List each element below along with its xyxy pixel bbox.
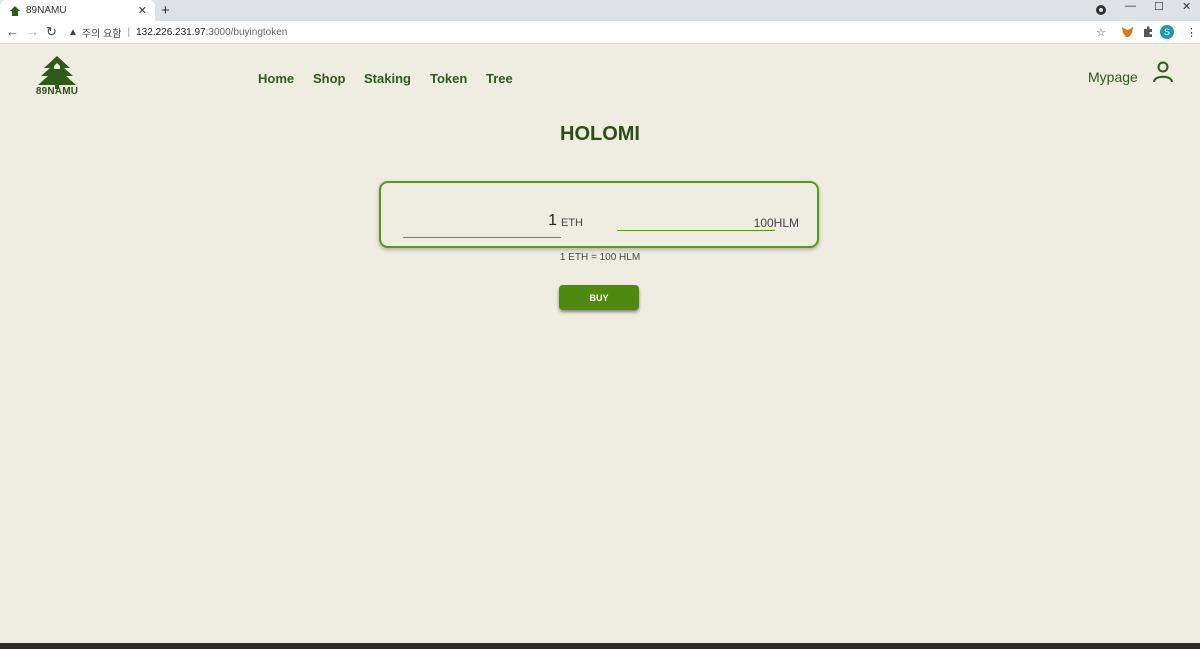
metamask-fox-icon[interactable] — [1121, 26, 1134, 38]
url-field[interactable]: ▲ 주의 요함 | 132.226.231.97 :3000/buyingtok… — [68, 24, 287, 41]
new-tab-icon[interactable]: + — [161, 2, 170, 19]
nav-shop[interactable]: Shop — [313, 71, 346, 86]
hlm-output-underline — [617, 230, 775, 231]
forward-icon[interactable]: → — [26, 24, 39, 39]
nav-tree[interactable]: Tree — [486, 71, 513, 86]
eth-input-underline — [403, 237, 561, 238]
nav-home[interactable]: Home — [258, 71, 294, 86]
minimize-icon[interactable]: — — [1125, 0, 1136, 12]
tab-close-icon[interactable]: ✕ — [138, 4, 147, 17]
maximize-icon[interactable]: ☐ — [1154, 0, 1164, 13]
recording-icon[interactable] — [1096, 5, 1106, 15]
exchange-rate-text: 1 ETH = 100 HLM — [559, 252, 641, 263]
profile-avatar[interactable]: S — [1160, 25, 1174, 39]
buy-button[interactable]: BUY — [559, 285, 639, 310]
url-divider: | — [127, 27, 131, 38]
url-path: :3000/buyingtoken — [205, 27, 288, 38]
taskbar-edge — [0, 643, 1200, 649]
swap-panel: 1 ETH 100HLM — [379, 181, 819, 248]
browser-tab-strip: 89NAMU ✕ + — ☐ ✕ — [0, 0, 1200, 21]
url-host: 132.226.231.97 — [136, 27, 206, 38]
browser-menu-icon[interactable]: ⋮ — [1186, 26, 1197, 39]
tree-favicon-icon — [10, 5, 20, 16]
security-label: 주의 요함 — [81, 29, 122, 40]
mypage-link[interactable]: Mypage — [1088, 69, 1138, 85]
nav-token[interactable]: Token — [430, 71, 467, 86]
logo-text: 89NAMU — [35, 86, 79, 97]
eth-unit-label: ETH — [561, 217, 583, 229]
window-close-icon[interactable]: ✕ — [1182, 0, 1191, 13]
user-icon[interactable] — [1152, 61, 1174, 83]
reload-icon[interactable]: ↻ — [46, 24, 57, 40]
back-icon[interactable]: ← — [6, 24, 19, 39]
address-bar: ← → ↻ ▲ 주의 요함 | 132.226.231.97 :3000/buy… — [0, 21, 1200, 44]
tab-title: 89NAMU — [26, 5, 67, 16]
bookmark-star-icon[interactable]: ☆ — [1096, 26, 1106, 39]
page-title: HOLOMI — [560, 123, 640, 145]
nav-staking[interactable]: Staking — [364, 71, 411, 86]
warning-icon: ▲ — [68, 27, 78, 38]
browser-tab[interactable]: 89NAMU ✕ — [0, 0, 155, 21]
hlm-amount-output: 100HLM — [753, 216, 799, 230]
eth-amount-input[interactable]: 1 — [521, 212, 557, 230]
extensions-puzzle-icon[interactable] — [1142, 26, 1154, 38]
